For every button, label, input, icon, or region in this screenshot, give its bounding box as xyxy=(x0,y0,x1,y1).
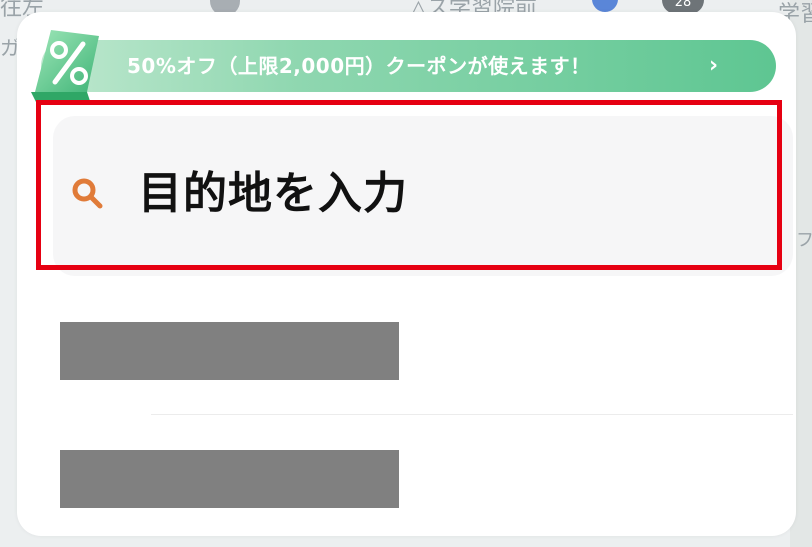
map-pin xyxy=(592,0,618,12)
destination-placeholder: 目的地を入力 xyxy=(138,168,408,219)
percent-icon xyxy=(31,30,99,104)
recent-destination-redacted[interactable] xyxy=(60,450,399,508)
coupon-text: 50%オフ（上限2,000円）クーポンが使えます！ xyxy=(127,54,591,78)
chevron-right-icon: › xyxy=(709,53,719,78)
search-icon xyxy=(72,178,103,209)
destination-card: 50%オフ（上限2,000円）クーポンが使えます！ › xyxy=(17,12,796,536)
map-label: フタ xyxy=(796,230,812,251)
coupon-banner[interactable]: 50%オフ（上限2,000円）クーポンが使えます！ › xyxy=(41,40,776,92)
recent-destination-redacted[interactable] xyxy=(60,322,399,380)
divider xyxy=(151,414,793,415)
